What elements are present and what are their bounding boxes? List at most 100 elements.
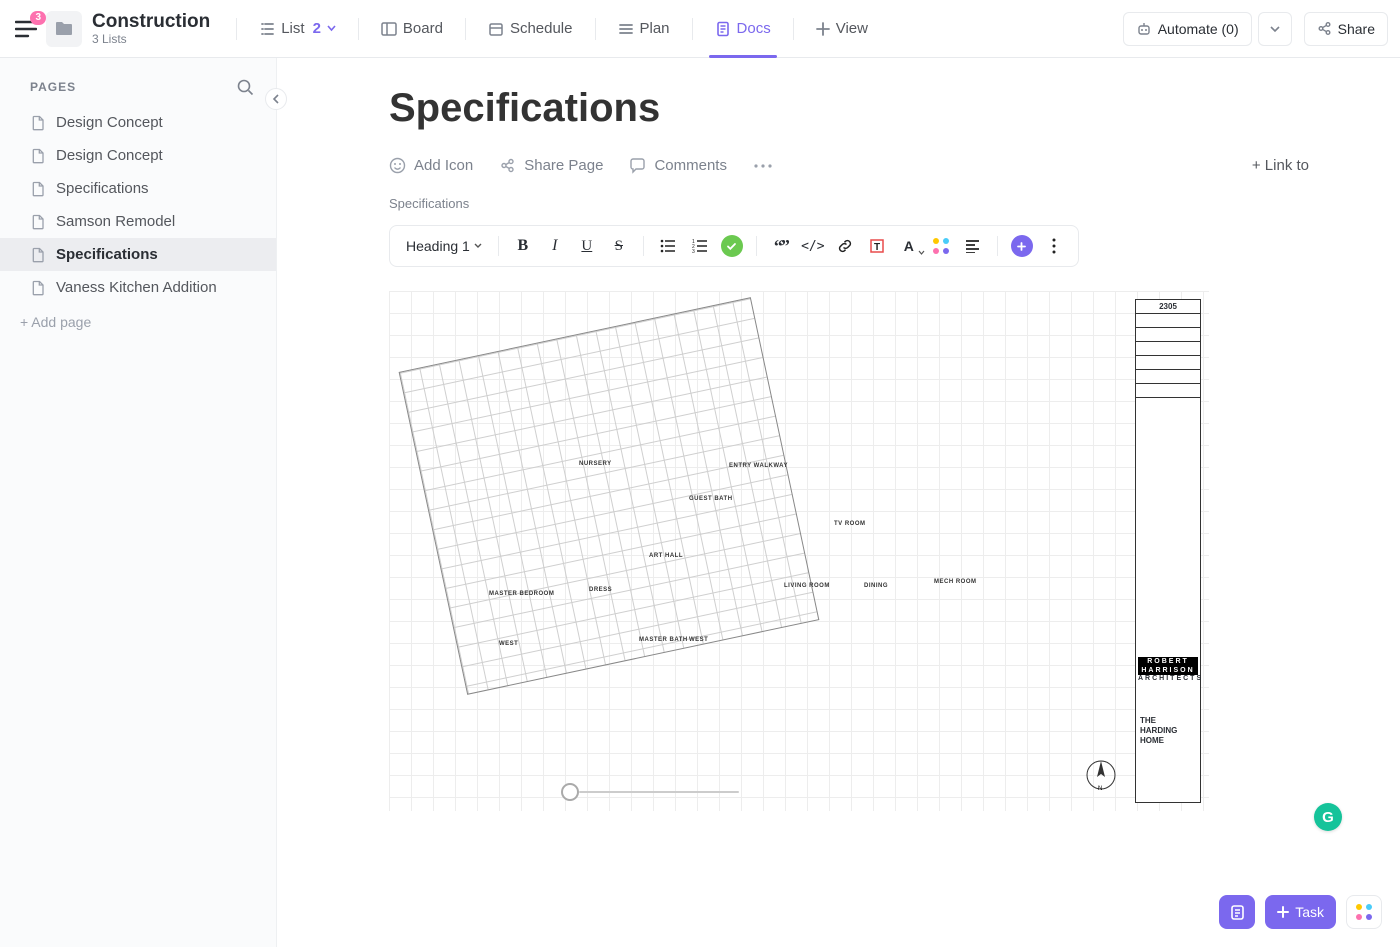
room-label: GUEST BATH <box>689 496 733 502</box>
notepad-button[interactable] <box>1219 895 1255 929</box>
room-label: ENTRY WALKWAY <box>729 463 788 469</box>
room-label: MASTER BEDROOM <box>489 591 554 597</box>
create-task-button[interactable]: Task <box>1265 895 1336 929</box>
room-label: DRESS <box>589 587 612 593</box>
room-label: LIVING ROOM <box>784 583 830 589</box>
share-page-action[interactable]: Share Page <box>499 157 603 174</box>
sidebar-page-item[interactable]: Specifications <box>0 172 276 205</box>
align-left-icon <box>965 239 980 253</box>
divider <box>498 236 499 256</box>
breadcrumb[interactable]: Specifications <box>389 196 1309 211</box>
italic-button[interactable]: I <box>541 232 569 260</box>
add-view[interactable]: View <box>806 10 878 48</box>
bullet-list-button[interactable] <box>654 232 682 260</box>
collapse-sidebar-button[interactable] <box>265 88 287 110</box>
text-color-button[interactable]: A <box>895 232 923 260</box>
search-icon[interactable] <box>236 78 254 96</box>
title-block: Construction 3 Lists <box>92 12 210 46</box>
chevron-left-icon <box>272 94 280 104</box>
code-button[interactable]: </> <box>799 232 827 260</box>
tab-list[interactable]: List 2 <box>249 10 346 48</box>
doc-title[interactable]: Specifications <box>389 86 1309 131</box>
folder-icon[interactable] <box>46 11 82 47</box>
project-title[interactable]: Construction <box>92 12 210 32</box>
numbered-list-button[interactable]: 123 <box>686 232 714 260</box>
sidebar-page-item[interactable]: Design Concept <box>0 139 276 172</box>
more-actions[interactable] <box>753 163 773 169</box>
comments-label: Comments <box>654 157 727 174</box>
tab-schedule[interactable]: Schedule <box>478 10 583 48</box>
insert-button[interactable] <box>1008 232 1036 260</box>
link-button[interactable] <box>831 232 859 260</box>
project-l1: THE <box>1140 716 1196 726</box>
bold-button[interactable]: B <box>509 232 537 260</box>
automate-dropdown[interactable] <box>1258 12 1292 46</box>
heading-select[interactable]: Heading 1 <box>400 238 488 254</box>
add-page[interactable]: + Add page <box>0 304 276 340</box>
menu-button[interactable]: 3 <box>12 15 40 43</box>
topbar: 3 Construction 3 Lists List 2 Board Sche… <box>0 0 1400 58</box>
text-box-button[interactable]: T <box>863 232 891 260</box>
image-resize-slider[interactable] <box>569 783 739 801</box>
text-box-icon: T <box>869 238 885 254</box>
divider <box>236 18 237 40</box>
editor-toolbar: Heading 1 B I U S 123 <box>389 225 1079 267</box>
comments-action[interactable]: Comments <box>629 157 727 174</box>
slider-track <box>579 791 739 793</box>
slider-thumb[interactable] <box>561 783 579 801</box>
tab-schedule-label: Schedule <box>510 20 573 37</box>
share-icon <box>499 157 516 174</box>
more-horizontal-icon <box>753 163 773 169</box>
align-button[interactable] <box>959 232 987 260</box>
sidebar-page-item[interactable]: Specifications <box>0 238 276 271</box>
svg-text:3: 3 <box>692 249 695 253</box>
add-icon-action[interactable]: Add Icon <box>389 157 473 174</box>
toolbar-more[interactable] <box>1040 232 1068 260</box>
automate-button[interactable]: Automate (0) <box>1123 12 1252 46</box>
link-to-action[interactable]: + Link to <box>1252 157 1309 174</box>
apps-button[interactable] <box>1346 895 1382 929</box>
architect-name-2: HARRISON <box>1138 666 1198 675</box>
project-l3: HOME <box>1140 736 1196 746</box>
grammarly-icon[interactable]: G <box>1314 803 1342 831</box>
strike-button[interactable]: S <box>605 232 633 260</box>
tab-board[interactable]: Board <box>371 10 453 48</box>
more-vertical-icon <box>1052 238 1056 254</box>
checklist-button[interactable] <box>718 232 746 260</box>
page-list: Design Concept Design Concept Specificatio… <box>0 106 276 304</box>
project-subtitle: 3 Lists <box>92 32 210 46</box>
divider <box>692 18 693 40</box>
room-label: MASTER BATH <box>639 637 688 643</box>
link-icon <box>837 238 853 254</box>
quote-button[interactable]: “” <box>767 232 795 260</box>
page-label: Design Concept <box>56 147 163 164</box>
four-dots-icon <box>1356 904 1372 920</box>
room-label: DINING <box>864 583 888 589</box>
tab-docs[interactable]: Docs <box>705 10 781 48</box>
share-page-label: Share Page <box>524 157 603 174</box>
add-view-label: View <box>836 20 868 37</box>
highlight-button[interactable] <box>927 232 955 260</box>
room-label: TV ROOM <box>834 521 866 527</box>
blueprint-image[interactable]: NURSERY ENTRY WALKWAY GUEST BATH TV ROOM… <box>389 291 1209 811</box>
share-button[interactable]: Share <box>1304 12 1388 46</box>
tab-list-count: 2 <box>313 20 321 37</box>
automate-label: Automate (0) <box>1158 21 1239 37</box>
sidebar-page-item[interactable]: Design Concept <box>0 106 276 139</box>
plus-circle-icon <box>1011 235 1033 257</box>
sidebar-page-item[interactable]: Samson Remodel <box>0 205 276 238</box>
underline-button[interactable]: U <box>573 232 601 260</box>
main-content: Specifications Add Icon Share Page Comme… <box>277 58 1400 947</box>
robot-icon <box>1136 21 1152 37</box>
divider <box>643 236 644 256</box>
share-label: Share <box>1338 21 1375 37</box>
doc-actions: Add Icon Share Page Comments + Link to <box>389 157 1309 174</box>
tab-list-label: List <box>281 20 304 37</box>
room-label: MECH ROOM <box>934 579 977 585</box>
add-icon-label: Add Icon <box>414 157 473 174</box>
emoji-icon <box>389 157 406 174</box>
divider <box>358 18 359 40</box>
sidebar-page-item[interactable]: Vaness Kitchen Addition <box>0 271 276 304</box>
plus-icon <box>1277 906 1289 918</box>
tab-plan[interactable]: Plan <box>608 10 680 48</box>
